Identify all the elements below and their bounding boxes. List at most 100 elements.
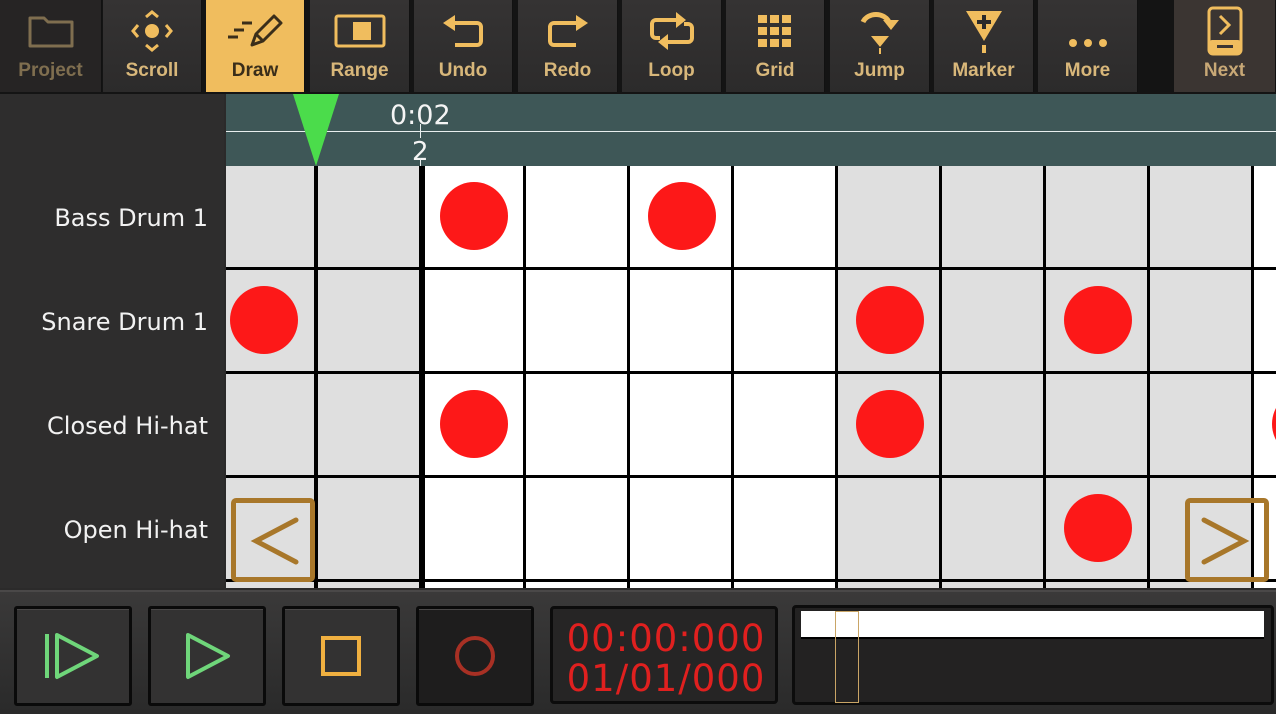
project-button[interactable]: Project [0,0,102,92]
record-icon [455,636,495,676]
grid-cell[interactable] [526,166,627,267]
grid-cell[interactable] [1150,374,1251,475]
grid-cell [734,582,835,588]
grid-icon [758,15,791,47]
track-label[interactable]: Open Hi-hat [0,516,208,544]
track-label[interactable]: Snare Drum 1 [0,308,208,336]
overview-view-window[interactable] [835,611,859,703]
play-button[interactable] [148,606,266,706]
grid-cell[interactable] [942,374,1043,475]
playhead-marker[interactable] [292,94,340,166]
track-label[interactable]: Bass Drum 1 [0,204,208,232]
grid-cell[interactable] [1254,270,1276,371]
grid-cell [1150,582,1251,588]
redo-button[interactable]: Redo [518,0,618,92]
undo-label: Undo [438,60,488,81]
stop-icon [321,636,361,676]
timeline-ruler[interactable]: 0:02 2 [226,94,1276,166]
play-from-start-button[interactable] [14,606,132,706]
time-display: 00:00:000 01/01/000 [550,606,778,704]
drum-note[interactable] [440,390,508,458]
time-readout: 00:00:000 [566,617,766,660]
grid-cell [1046,582,1147,588]
record-button[interactable] [416,606,534,706]
grid-cell[interactable] [526,478,627,579]
undo-icon [443,15,483,47]
undo-button[interactable]: Undo [414,0,513,92]
drum-note[interactable] [648,182,716,250]
track-label[interactable]: Closed Hi-hat [0,412,208,440]
drum-note[interactable] [1064,286,1132,354]
scroll-button[interactable]: Scroll [103,0,202,92]
ruler-tick [420,158,421,166]
next-page-icon [1207,6,1242,56]
grid-cell[interactable] [318,270,419,371]
grid-cell[interactable] [1150,166,1251,267]
grid-cell [942,582,1043,588]
grid-cell [226,582,314,588]
grid-cell[interactable] [630,374,731,475]
range-label: Range [330,60,389,81]
grid-cell[interactable] [1254,166,1276,267]
drum-note[interactable] [230,286,298,354]
grid-cell[interactable] [318,374,419,475]
range-select-icon [334,14,385,48]
more-label: More [1064,60,1111,81]
step-grid[interactable] [226,166,1276,588]
grid-cell[interactable] [318,166,419,267]
grid-cell[interactable] [226,166,314,267]
loop-icon [649,12,694,50]
stop-button[interactable] [282,606,400,706]
song-overview[interactable] [792,605,1274,705]
grid-cell[interactable] [630,270,731,371]
more-dots-icon [1068,39,1107,47]
grid-cell[interactable] [734,166,835,267]
grid-cell[interactable] [1046,166,1147,267]
draw-button[interactable]: Draw [206,0,305,92]
grid-cell [526,582,627,588]
grid-cell[interactable] [1046,374,1147,475]
next-button[interactable]: Next [1174,0,1276,92]
loop-button[interactable]: Loop [622,0,722,92]
grid-cell[interactable] [838,166,939,267]
drum-note[interactable] [440,182,508,250]
marker-label: Marker [952,60,1015,81]
jump-label: Jump [854,60,905,81]
marker-button[interactable]: Marker [934,0,1034,92]
track-list: Bass Drum 1 Snare Drum 1 Closed Hi-hat O… [0,94,224,588]
grid-cell[interactable] [630,478,731,579]
grid-button[interactable]: Grid [726,0,825,92]
grid-cell[interactable] [942,270,1043,371]
drum-note[interactable] [856,286,924,354]
grid-cell [425,582,523,588]
add-marker-icon [965,11,1002,53]
play-from-start-icon [45,633,99,679]
app-window: Project Scroll Draw Range Undo Redo Loop [0,0,1276,714]
grid-cell[interactable] [1150,270,1251,371]
grid-cell [1254,582,1276,588]
grid-cell[interactable] [942,478,1043,579]
scroll-right-button[interactable] [1185,498,1269,582]
position-readout: 01/01/000 [566,657,766,700]
grid-cell[interactable] [425,270,523,371]
jump-button[interactable]: Jump [830,0,930,92]
grid-cell[interactable] [226,374,314,475]
grid-cell[interactable] [734,478,835,579]
grid-cell[interactable] [318,478,419,579]
more-button[interactable]: More [1038,0,1138,92]
grid-cell[interactable] [734,374,835,475]
grid-cell[interactable] [425,478,523,579]
scroll-left-button[interactable] [231,498,315,582]
range-button[interactable]: Range [310,0,410,92]
grid-cell[interactable] [838,478,939,579]
grid-label: Grid [755,60,795,81]
drum-note[interactable] [1064,494,1132,562]
pencil-icon [228,14,283,47]
grid-cell[interactable] [526,374,627,475]
redo-label: Redo [543,60,592,81]
drum-note[interactable] [856,390,924,458]
grid-cell [318,582,419,588]
grid-cell[interactable] [526,270,627,371]
grid-cell[interactable] [734,270,835,371]
grid-cell[interactable] [942,166,1043,267]
